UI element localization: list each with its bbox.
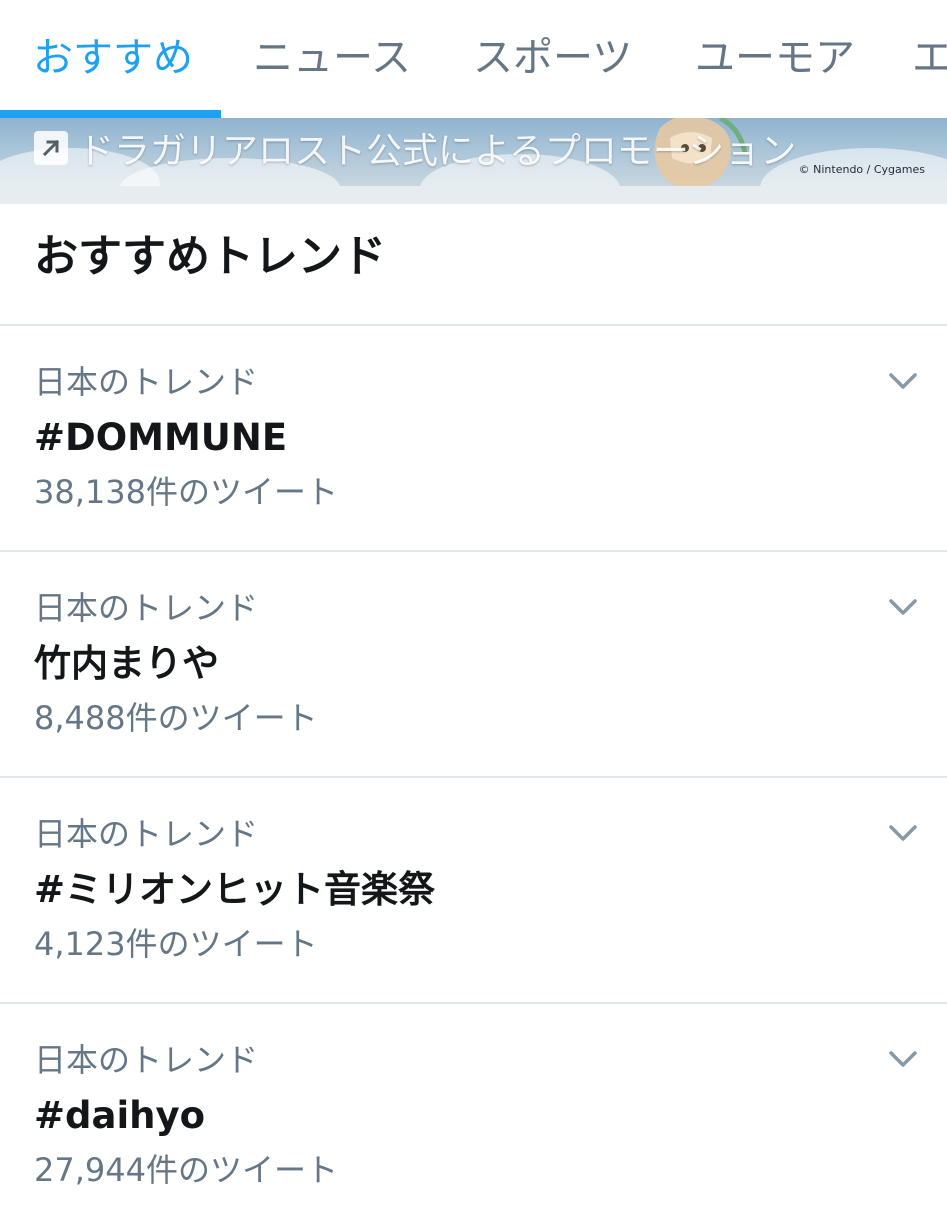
trend-name[interactable]: #daihyo bbox=[34, 1090, 205, 1142]
active-tab-indicator bbox=[0, 110, 221, 118]
trend-tweet-count: 38,138件のツイート bbox=[34, 473, 338, 511]
trend-context: 日本のトレンド bbox=[34, 1041, 259, 1079]
trend-context: 日本のトレンド bbox=[34, 589, 259, 627]
trend-item[interactable]: 日本のトレンド #ミリオンヒット音楽祭 4,123件のツイート bbox=[0, 778, 947, 1002]
chevron-down-icon[interactable] bbox=[886, 368, 920, 394]
chevron-down-icon[interactable] bbox=[886, 820, 920, 846]
trend-item[interactable]: 日本のトレンド 竹内まりや 8,488件のツイート bbox=[0, 552, 947, 776]
tab-bar: おすすめ ニュース スポーツ ユーモア エ bbox=[0, 0, 947, 118]
tab-humor[interactable]: ユーモア bbox=[695, 30, 855, 86]
tab-recommended[interactable]: おすすめ bbox=[33, 30, 193, 86]
trend-tweet-count: 8,488件のツイート bbox=[34, 699, 318, 737]
section-separator bbox=[0, 186, 947, 204]
promoted-banner[interactable]: ドラガリアロスト公式によるプロモーション © Nintendo / Cygame… bbox=[0, 118, 947, 186]
trend-item[interactable]: 日本のトレンド #DOMMUNE 38,138件のツイート bbox=[0, 326, 947, 550]
chevron-down-icon[interactable] bbox=[886, 594, 920, 620]
trend-context: 日本のトレンド bbox=[34, 363, 259, 401]
chevron-down-icon[interactable] bbox=[886, 1046, 920, 1072]
trend-context: 日本のトレンド bbox=[34, 815, 259, 853]
trend-name[interactable]: 竹内まりや bbox=[34, 638, 219, 690]
section-title: おすすめトレンド bbox=[34, 231, 386, 282]
tab-sports[interactable]: スポーツ bbox=[473, 30, 632, 86]
trend-name[interactable]: #DOMMUNE bbox=[34, 412, 287, 464]
promoted-arrow-icon bbox=[34, 131, 68, 165]
trend-tweet-count: 4,123件のツイート bbox=[34, 925, 318, 963]
trend-tweet-count: 27,944件のツイート bbox=[34, 1151, 338, 1189]
promoted-label: ドラガリアロスト公式によるプロモーション bbox=[78, 131, 797, 172]
tab-entertainment[interactable]: エ bbox=[912, 30, 947, 86]
trend-name[interactable]: #ミリオンヒット音楽祭 bbox=[34, 864, 435, 916]
trend-item[interactable]: 日本のトレンド #daihyo 27,944件のツイート bbox=[0, 1004, 947, 1228]
banner-credit: © Nintendo / Cygames bbox=[798, 163, 925, 176]
tab-news[interactable]: ニュース bbox=[253, 30, 411, 86]
